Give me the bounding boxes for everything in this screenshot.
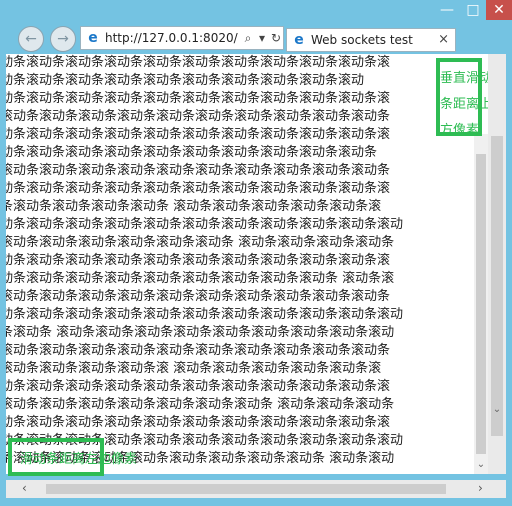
text-line: 滚动条滚动条滚动条滚动条滚动条滚动条滚动条滚动条滚动条滚动条: [6, 163, 391, 178]
text-line: 动条滚动条滚动条滚动条滚动条滚动条滚动条滚动条滚动条滚动条: [6, 145, 378, 160]
scrolling-text-block: 动条滚动条滚动条滚动条滚动条滚动条滚动条滚动条滚动条滚动条滚 动条滚动条滚动条滚动…: [6, 54, 470, 474]
page-content: 动条滚动条滚动条滚动条滚动条滚动条滚动条滚动条滚动条滚动条滚 动条滚动条滚动条滚动…: [6, 54, 488, 474]
address-url[interactable]: http://127.0.0.1:8020/: [105, 31, 241, 45]
text-line: 条滚动条滚动条滚动条滚动条 滚动条滚动条滚动条滚动条滚动条滚: [6, 199, 382, 214]
tab-close-icon[interactable]: ×: [438, 32, 449, 47]
text-line: 动条滚动条滚动条滚动条滚动条滚动条滚动条滚动条滚动条滚动条滚: [6, 91, 391, 106]
close-icon: ✕: [493, 2, 505, 18]
inner-vertical-thumb[interactable]: [476, 154, 486, 454]
maximize-icon: □: [466, 2, 480, 18]
outer-vertical-thumb[interactable]: [491, 136, 503, 436]
close-button[interactable]: ✕: [486, 0, 512, 20]
tab-title: Web sockets test: [311, 33, 413, 47]
search-icon[interactable]: ⌕: [241, 31, 255, 46]
ie-logo-icon: e: [88, 30, 98, 46]
outer-chevron-right-icon[interactable]: ›: [478, 481, 483, 495]
text-line: 动条滚动条滚动条滚动条滚动条滚动条滚动条滚动条滚动条滚动条滚: [6, 253, 391, 268]
outer-chevron-left-icon[interactable]: ‹: [22, 481, 27, 495]
chevron-down-icon[interactable]: ⌄: [474, 459, 488, 470]
outer-vertical-scrollbar[interactable]: ⌄: [488, 54, 506, 474]
inner-vertical-scrollbar[interactable]: ⌄: [474, 134, 488, 474]
outer-chevron-down-icon[interactable]: ⌄: [488, 404, 506, 415]
back-arrow-icon: ←: [25, 31, 37, 47]
text-line: 条滚动条 滚动条滚动条滚动条滚动条滚动条滚动条滚动条滚动条滚动: [6, 325, 395, 340]
refresh-icon[interactable]: ↻: [269, 31, 283, 45]
text-line: 滚动条滚动条滚动条滚动条滚 滚动条滚动条滚动条滚动条滚动条滚: [6, 361, 382, 376]
text-line: 滚动条滚动条滚动条滚动条滚动条滚动条滚动条滚动条滚动条滚动条: [6, 109, 391, 124]
text-line: 动条滚动条滚动条滚动条滚动条滚动条滚动条滚动条滚动条滚动条滚: [6, 181, 391, 196]
minimize-button[interactable]: —: [434, 0, 460, 20]
dropdown-icon[interactable]: ▾: [255, 31, 269, 45]
text-line: 滚动条滚动条滚动条滚动条滚动条滚动条滚动条滚动条滚动条滚动条: [6, 289, 391, 304]
browser-window: — □ ✕ ← → e http://127.0.0.1:8020/ ⌕ ▾ ↻…: [0, 0, 512, 506]
minimize-icon: —: [440, 2, 454, 18]
horizontal-annotation-text: 滑动条距离左边像素: [20, 452, 138, 467]
outer-horizontal-scrollbar[interactable]: ‹ ›: [6, 480, 506, 498]
text-line: 动条滚动条滚动条滚动条滚动条滚动条滚动条滚动条滚动条滚动条滚动: [6, 307, 404, 322]
maximize-button[interactable]: □: [460, 0, 486, 20]
text-line: 动条滚动条滚动条滚动条滚动条滚动条滚动条滚动条滚动条滚动条滚动: [6, 217, 404, 232]
ie-tab-icon: e: [294, 32, 304, 48]
text-line: 动条滚动条滚动条滚动条滚动条滚动条滚动条滚动条滚动条滚动条滚: [6, 379, 391, 394]
text-line: 动条滚动条滚动条滚动条滚动条滚动条滚动条滚动条滚动条滚动条滚: [6, 55, 391, 70]
forward-arrow-icon: →: [57, 31, 69, 47]
text-line: 动条滚动条滚动条滚动条滚动条滚动条滚动条滚动条滚动条滚动: [6, 73, 365, 88]
forward-button[interactable]: →: [50, 26, 76, 52]
text-line: 动条滚动条滚动条滚动条滚动条滚动条滚动条滚动条滚动条滚动条滚: [6, 415, 391, 430]
text-line: 滚动条滚动条滚动条滚动条滚动条滚动条滚动条 滚动条滚动条滚动条: [6, 397, 395, 412]
tab-web-sockets-test[interactable]: e Web sockets test ×: [286, 28, 456, 52]
text-line: 动条滚动条滚动条滚动条滚动条滚动条滚动条滚动条滚动条滚动条滚: [6, 127, 391, 142]
back-button[interactable]: ←: [18, 26, 44, 52]
text-line: 动条滚动条滚动条滚动条滚动条滚动条滚动条滚动条滚动条 滚动条滚: [6, 271, 395, 286]
text-line: 滚动条滚动条滚动条滚动条滚动条滚动条 滚动条滚动条滚动条滚动条: [6, 235, 395, 250]
address-bar[interactable]: e http://127.0.0.1:8020/ ⌕ ▾ ↻: [80, 26, 284, 50]
text-line: 滚动条滚动条滚动条滚动条滚动条滚动条滚动条滚动条滚动条滚动条: [6, 343, 391, 358]
outer-horizontal-thumb[interactable]: [46, 484, 446, 494]
